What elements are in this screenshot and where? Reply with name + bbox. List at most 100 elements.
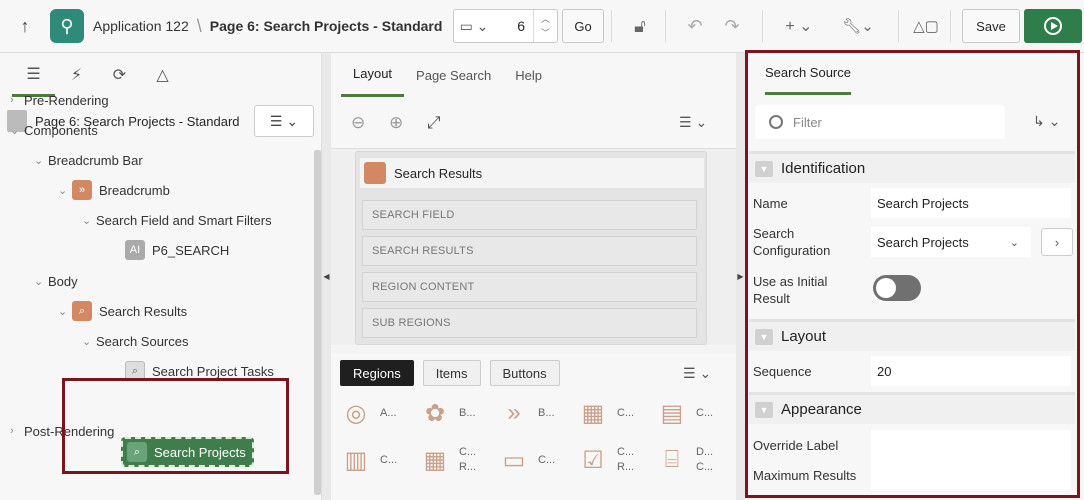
tree-node-search-field-filters[interactable]: ⌄ Search Field and Smart Filters — [82, 205, 272, 235]
section-layout[interactable]: ▼ Layout — [749, 319, 1075, 351]
collapse-chevron-icon[interactable]: ⌄ — [58, 305, 72, 318]
gallery-item-label: C... R... — [617, 446, 635, 473]
tree-node-label: Components — [24, 122, 98, 138]
slot-sub-regions[interactable]: SUB REGIONS — [362, 308, 697, 338]
collapse-chevron-icon[interactable]: ⌄ — [34, 275, 48, 288]
use-as-initial-result-toggle[interactable] — [873, 275, 921, 301]
collapse-chevron-icon[interactable]: ▼ — [755, 328, 773, 345]
gallery-item[interactable]: » B... — [497, 393, 575, 433]
gallery-item[interactable]: ◎ A... — [339, 393, 417, 433]
zoom-in-icon[interactable]: ⊕ — [389, 113, 427, 133]
gallery-item[interactable]: ▥ C... — [339, 440, 417, 480]
classic-report-icon: ▦ — [423, 446, 447, 474]
lock-icon[interactable]: 🔓︎ — [628, 9, 652, 43]
region-search-results[interactable]: Search Results SEARCH FIELD SEARCH RESUL… — [355, 151, 707, 345]
go-to-configuration-button[interactable]: › — [1041, 228, 1073, 256]
tree-node-post-rendering[interactable]: › Post-Rendering — [10, 416, 114, 446]
breadcrumb-separator: \ — [196, 15, 202, 36]
gallery-tab-items[interactable]: Items — [422, 360, 481, 386]
sequence-field[interactable]: 20 — [871, 356, 1071, 386]
section-title: Appearance — [781, 401, 862, 418]
create-menu-icon[interactable]: + ⌄ — [782, 9, 816, 43]
gallery-tab-buttons[interactable]: Buttons — [489, 360, 560, 386]
tree-node-label: Search Results — [99, 303, 188, 319]
application-icon[interactable]: ⚲ — [50, 9, 84, 43]
page-number-input[interactable]: 6 — [494, 18, 533, 34]
search-configuration-select[interactable]: Search Projects ⌄ — [871, 227, 1031, 257]
page-selector[interactable]: ▭ ⌄ 6 ︿ ﹀ — [453, 9, 558, 43]
collapse-chevron-icon[interactable]: ⌄ — [10, 124, 24, 137]
filter-input[interactable]: Filter — [755, 105, 1005, 139]
save-button[interactable]: Save — [962, 9, 1020, 43]
go-button[interactable]: Go — [562, 9, 604, 43]
slot-search-field[interactable]: SEARCH FIELD — [362, 200, 697, 230]
tree-node-search-sources[interactable]: ⌄ Search Sources — [82, 326, 189, 356]
slot-region-content[interactable]: REGION CONTENT — [362, 272, 697, 302]
use-as-initial-result-label: Use as Initial Result — [753, 274, 828, 306]
tree-node-pre-rendering[interactable]: › Pre-Rendering — [10, 85, 109, 115]
left-splitter[interactable]: ◀ — [322, 53, 331, 500]
collapse-chevron-icon[interactable]: ▼ — [755, 160, 773, 177]
tree-node-body[interactable]: ⌄ Body — [34, 266, 78, 296]
tree-node-p6-search[interactable]: AI P6_SEARCH — [125, 235, 229, 265]
gallery-item[interactable]: ⌸ D... C... — [655, 440, 733, 480]
tab-layout[interactable]: Layout — [341, 53, 405, 97]
scrollbar-thumb[interactable] — [314, 150, 321, 495]
right-splitter[interactable]: ▶ — [736, 53, 745, 500]
collapse-chevron-icon[interactable]: ⌄ — [34, 154, 48, 167]
tree-node-components[interactable]: ⌄ Components — [10, 115, 98, 145]
gallery-item[interactable]: ▦ C... — [576, 393, 654, 433]
gallery-item[interactable]: ▦ C... R... — [418, 440, 496, 480]
name-field[interactable]: Search Projects — [871, 188, 1071, 218]
gallery-item[interactable]: ▭ C... — [497, 440, 575, 480]
tree-node-search-results[interactable]: ⌄ ⌕ Search Results — [58, 296, 187, 326]
collapse-chevron-icon[interactable]: ▼ — [755, 401, 773, 418]
maximum-results-field[interactable] — [871, 460, 1071, 490]
badge-icon: ✿ — [424, 399, 446, 427]
tree-node-search-projects-selected[interactable]: ⌕ Search Projects — [121, 437, 254, 467]
utilities-wrench-icon[interactable]: 🔧︎⌄ — [838, 9, 878, 43]
tree-node-breadcrumb-bar[interactable]: ⌄ Breadcrumb Bar — [34, 145, 143, 175]
override-label-field[interactable] — [871, 430, 1071, 460]
collapse-chevron-icon[interactable]: ⌄ — [82, 335, 96, 348]
expand-chevron-icon[interactable]: › — [10, 425, 24, 437]
redo-icon[interactable]: ↷ — [720, 9, 744, 43]
gallery-item[interactable]: ☑ C... R... — [576, 440, 654, 480]
collapse-chevron-icon[interactable]: ⌄ — [58, 184, 72, 197]
breadcrumb-page: Page 6: Search Projects - Standard — [209, 18, 443, 34]
chevron-down-icon: ⌄ — [1009, 236, 1019, 249]
search-configuration-value: Search Projects — [877, 234, 969, 250]
run-page-button[interactable] — [1024, 9, 1082, 43]
collapse-chevron-icon[interactable]: ⌄ — [82, 214, 96, 227]
zoom-out-icon[interactable]: ⊖ — [351, 113, 389, 133]
comments-icon: ▭ — [502, 446, 526, 474]
tree-node-label: Search Projects — [154, 444, 246, 460]
layout-menu-button[interactable]: ☰ ⌄ — [679, 114, 707, 131]
gallery-tab-regions[interactable]: Regions — [340, 360, 414, 386]
bar-chart-icon: ▥ — [344, 446, 368, 474]
search-configuration-label: Search Configuration — [753, 226, 831, 258]
tree-scrollbar[interactable] — [314, 150, 321, 495]
tab-help[interactable]: Help — [503, 53, 554, 97]
undo-icon[interactable]: ↶ — [683, 9, 707, 43]
section-identification[interactable]: ▼ Identification — [749, 151, 1075, 183]
go-to-group-icon[interactable]: ↳ ⌄ — [1033, 113, 1060, 130]
section-appearance[interactable]: ▼ Appearance — [749, 392, 1075, 424]
gallery-menu-button[interactable]: ☰ ⌄ — [683, 365, 711, 382]
gallery-item[interactable]: ✿ B... — [418, 393, 496, 433]
tab-search-source[interactable]: Search Source — [765, 53, 851, 95]
slot-search-results[interactable]: SEARCH RESULTS — [362, 236, 697, 266]
tree-node-label: Body — [48, 273, 78, 289]
expand-icon[interactable]: ⤢ — [427, 113, 465, 133]
tree-node-search-project-tasks[interactable]: ⌕ Search Project Tasks — [125, 356, 274, 386]
up-arrow-icon[interactable]: ↑ — [0, 0, 50, 53]
page-document-icon[interactable]: ▭ ⌄ — [454, 18, 494, 35]
tree-node-breadcrumb[interactable]: ⌄ » Breadcrumb — [58, 175, 170, 205]
page-number-spinner[interactable]: ︿ ﹀ — [533, 10, 557, 42]
tree-node-label: Breadcrumb — [99, 182, 170, 198]
expand-chevron-icon[interactable]: › — [10, 94, 24, 106]
breadcrumb-application[interactable]: Application 122 — [93, 18, 189, 34]
gallery-item[interactable]: ▤ C... — [655, 393, 733, 433]
tab-page-search[interactable]: Page Search — [404, 53, 503, 97]
shared-components-icon[interactable]: △▢ — [913, 9, 939, 43]
